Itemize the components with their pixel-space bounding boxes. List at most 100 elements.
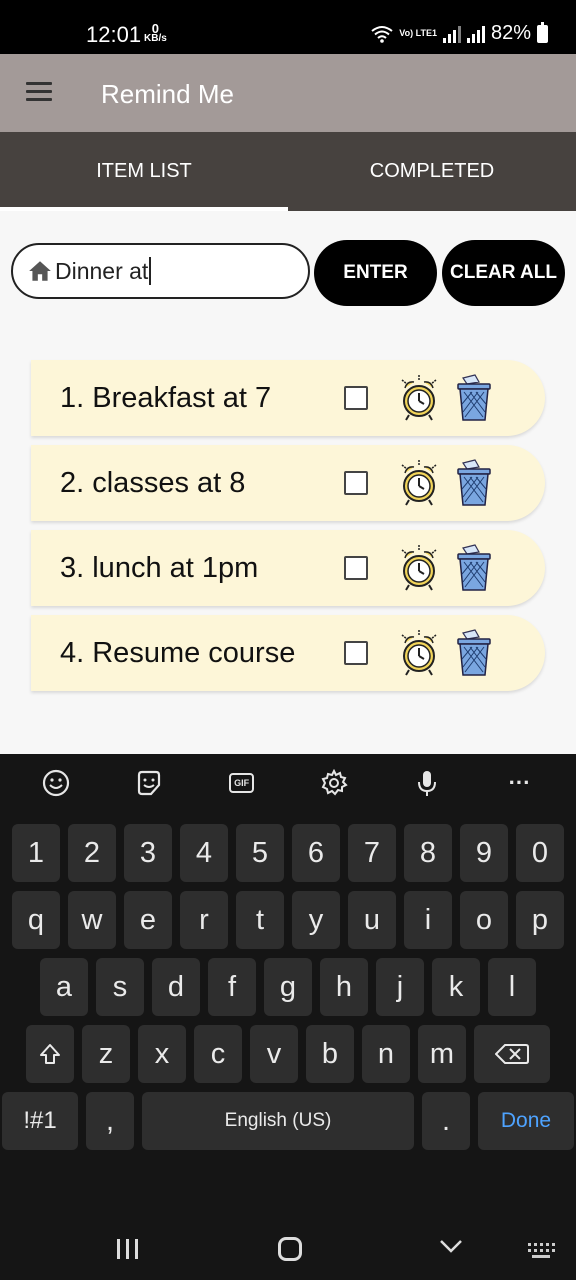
alarm-clock-icon[interactable] [398, 629, 440, 677]
tab-bar: ITEM LIST COMPLETED [0, 132, 576, 211]
key[interactable]: l [488, 958, 536, 1016]
trash-icon[interactable] [455, 459, 493, 507]
key[interactable]: t [236, 891, 284, 949]
key[interactable]: 3 [124, 824, 172, 882]
home-button-icon[interactable] [278, 1237, 302, 1261]
complete-checkbox[interactable] [344, 556, 368, 580]
tab-completed[interactable]: COMPLETED [288, 132, 576, 211]
gif-icon[interactable]: GIF [226, 767, 258, 799]
gif-label: GIF [229, 773, 255, 793]
alarm-clock-icon[interactable] [398, 374, 440, 422]
period-key[interactable]: . [422, 1092, 470, 1150]
key[interactable]: 8 [404, 824, 452, 882]
shift-key[interactable] [26, 1025, 74, 1083]
list-item-text: 3. lunch at 1pm [60, 552, 259, 584]
key[interactable]: c [194, 1025, 242, 1083]
key[interactable]: y [292, 891, 340, 949]
key[interactable]: m [418, 1025, 466, 1083]
key[interactable]: p [516, 891, 564, 949]
text-cursor [149, 257, 152, 285]
reminder-input-value: Dinner at [55, 257, 149, 284]
key[interactable]: j [376, 958, 424, 1016]
number-row: 1 2 3 4 5 6 7 8 9 0 [0, 824, 576, 882]
complete-checkbox[interactable] [344, 386, 368, 410]
key[interactable]: b [306, 1025, 354, 1083]
key[interactable]: n [362, 1025, 410, 1083]
list-item-text: 1. Breakfast at 7 [60, 382, 272, 414]
key[interactable]: r [180, 891, 228, 949]
trash-icon[interactable] [455, 629, 493, 677]
hamburger-menu-icon[interactable] [26, 82, 52, 102]
recent-apps-icon[interactable] [117, 1239, 138, 1259]
trash-icon[interactable] [455, 374, 493, 422]
key[interactable]: 4 [180, 824, 228, 882]
list-item: 3. lunch at 1pm [31, 530, 545, 606]
key[interactable]: f [208, 958, 256, 1016]
key[interactable]: a [40, 958, 88, 1016]
tab-item-list[interactable]: ITEM LIST [0, 132, 288, 211]
comma-key[interactable]: , [86, 1092, 134, 1150]
key[interactable]: d [152, 958, 200, 1016]
key[interactable]: 0 [516, 824, 564, 882]
wifi-icon [371, 25, 393, 43]
key[interactable]: k [432, 958, 480, 1016]
key[interactable]: 2 [68, 824, 116, 882]
space-key[interactable]: English (US) [142, 1092, 414, 1150]
more-icon[interactable]: ··· [504, 767, 536, 799]
hide-keyboard-icon[interactable] [438, 1236, 464, 1256]
sticker-icon[interactable] [133, 767, 165, 799]
alarm-clock-icon[interactable] [398, 459, 440, 507]
letter-row-2: a s d f g h j k l [0, 958, 576, 1016]
key[interactable]: e [124, 891, 172, 949]
key[interactable]: 5 [236, 824, 284, 882]
home-icon [29, 261, 51, 281]
key[interactable]: 9 [460, 824, 508, 882]
complete-checkbox[interactable] [344, 471, 368, 495]
key[interactable]: z [82, 1025, 130, 1083]
emoji-icon[interactable] [40, 767, 72, 799]
key[interactable]: w [68, 891, 116, 949]
app-title: Remind Me [101, 79, 234, 109]
done-key[interactable]: Done [478, 1092, 574, 1150]
network-speed: 0 KB/s [144, 22, 167, 44]
network-speed-unit: KB/s [144, 33, 167, 44]
key[interactable]: q [12, 891, 60, 949]
key[interactable]: 6 [292, 824, 340, 882]
volte-label: Vo) LTE1 [399, 28, 437, 38]
key[interactable]: h [320, 958, 368, 1016]
soft-keyboard: GIF ··· 1 2 3 4 5 6 7 8 9 0 q w e r t y [0, 754, 576, 1206]
key[interactable]: i [404, 891, 452, 949]
alarm-clock-icon[interactable] [398, 544, 440, 592]
key[interactable]: g [264, 958, 312, 1016]
signal-icon [442, 25, 461, 43]
complete-checkbox[interactable] [344, 641, 368, 665]
backspace-key[interactable] [474, 1025, 550, 1083]
key[interactable]: s [96, 958, 144, 1016]
reminder-list: 1. Breakfast at 7 2. classes at 8 3. lun… [31, 360, 545, 700]
key[interactable]: v [250, 1025, 298, 1083]
bottom-row: !#1 , English (US) . Done [0, 1092, 576, 1150]
list-item: 1. Breakfast at 7 [31, 360, 545, 436]
keyboard-switch-icon[interactable] [526, 1241, 556, 1261]
key[interactable]: u [348, 891, 396, 949]
list-item: 2. classes at 8 [31, 445, 545, 521]
key[interactable]: 1 [12, 824, 60, 882]
status-bar: 12:01 0 KB/s Vo) LTE1 82% [0, 0, 576, 54]
key[interactable]: 7 [348, 824, 396, 882]
key[interactable]: o [460, 891, 508, 949]
app-bar: Remind Me [0, 54, 576, 132]
signal-icon-2 [466, 25, 485, 43]
symbols-key[interactable]: !#1 [2, 1092, 78, 1150]
battery-icon [537, 21, 548, 43]
letter-row-1: q w e r t y u i o p [0, 891, 576, 949]
microphone-icon[interactable] [411, 767, 443, 799]
status-time: 12:01 [86, 22, 142, 47]
list-item-text: 4. Resume course [60, 637, 296, 669]
enter-button[interactable]: ENTER [314, 240, 437, 306]
key[interactable]: x [138, 1025, 186, 1083]
settings-icon[interactable] [318, 767, 350, 799]
clear-all-button[interactable]: CLEAR ALL [442, 240, 565, 306]
reminder-input[interactable]: Dinner at [11, 243, 310, 299]
trash-icon[interactable] [455, 544, 493, 592]
list-item-text: 2. classes at 8 [60, 467, 246, 499]
